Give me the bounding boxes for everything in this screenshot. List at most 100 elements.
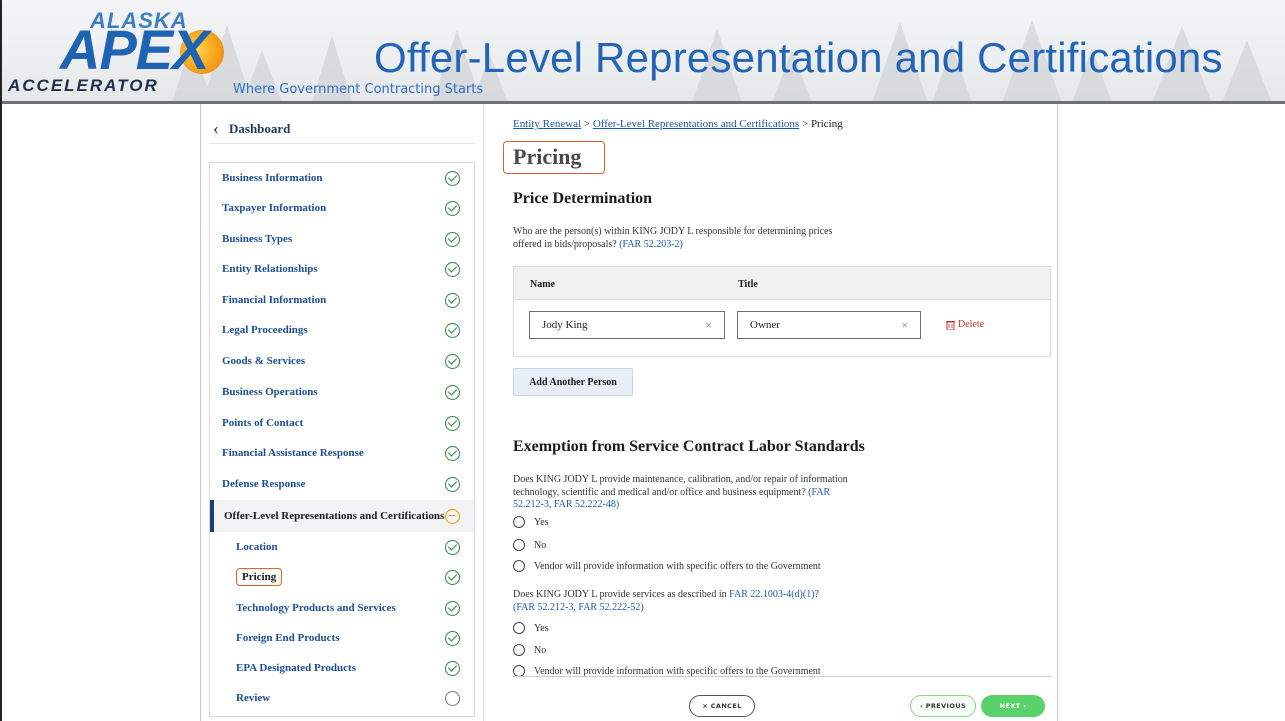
sidebar-item-label: Entity Relationships <box>222 263 318 275</box>
sidebar-item-business-information[interactable]: Business Information <box>210 163 474 193</box>
breadcrumb-offer-level[interactable]: Offer-Level Representations and Certific… <box>593 118 799 130</box>
sidebar-item-label: Offer-Level Representations and Certific… <box>224 510 445 522</box>
sidebar-item-financial-assistance-response[interactable]: Financial Assistance Response <box>210 438 474 468</box>
sidebar-item-label: Goods & Services <box>222 355 306 367</box>
sidebar-item-defense-response[interactable]: Defense Response <box>210 469 474 499</box>
sidebar-item-business-types[interactable]: Business Types <box>210 224 474 254</box>
check-circle-icon <box>445 445 460 461</box>
sidebar-item-points-of-contact[interactable]: Points of Contact <box>210 408 474 438</box>
check-circle-icon <box>445 384 460 400</box>
sidebar-item-taxpayer-information[interactable]: Taxpayer Information <box>210 193 474 223</box>
breadcrumb-separator: > <box>801 118 809 130</box>
check-circle-icon <box>445 322 460 338</box>
check-circle-icon <box>445 415 460 431</box>
q2-option-yes[interactable]: Yes <box>513 622 549 634</box>
sidebar-item-label: Pricing <box>236 568 283 586</box>
sidebar-item-label: Technology Products and Services <box>236 602 396 614</box>
sidebar-item-label: Financial Assistance Response <box>222 447 364 459</box>
q1-option-vendor[interactable]: Vendor will provide information with spe… <box>513 560 821 572</box>
exemption-question-1: Does KING JODY L provide maintenance, ca… <box>513 474 853 512</box>
q2-option-no[interactable]: No <box>513 644 546 656</box>
check-circle-icon <box>445 660 460 676</box>
sidebar-item-label: Taxpayer Information <box>222 202 327 214</box>
sidebar-item-financial-information[interactable]: Financial Information <box>210 285 474 315</box>
persons-table: Name Title Jody King × Owner × Delete <box>513 266 1051 357</box>
empty-circle-icon <box>445 690 460 706</box>
sidebar-item-label: Business Operations <box>222 386 318 398</box>
far-link[interactable]: (FAR 52.203-2) <box>619 239 683 250</box>
q2-text: Does KING JODY L provide services as des… <box>513 589 727 600</box>
check-circle-icon <box>445 476 460 492</box>
add-another-person-button[interactable]: Add Another Person <box>513 368 633 396</box>
sidebar-subitem-epa-designated-products[interactable]: EPA Designated Products <box>210 653 474 683</box>
sidebar-item-label: Review <box>236 692 271 704</box>
sidebar-subitem-location[interactable]: Location <box>210 532 474 562</box>
breadcrumb-entity-renewal[interactable]: Entity Renewal <box>513 118 581 130</box>
next-button[interactable]: NEXT › <box>981 695 1045 717</box>
breadcrumb: Entity Renewal > Offer-Level Representat… <box>513 118 843 130</box>
sidebar-item-business-operations[interactable]: Business Operations <box>210 377 474 407</box>
far-link[interactable]: (FAR 52.212-3, FAR 52.222-52) <box>513 602 644 613</box>
sidebar-subitem-technology-products[interactable]: Technology Products and Services <box>210 593 474 623</box>
sidebar-item-offer-level-reps-certs[interactable]: Offer-Level Representations and Certific… <box>210 500 474 532</box>
header-banner: ALASKA APEX ACCELERATOR Where Government… <box>2 0 1285 103</box>
footer-divider <box>513 676 1051 677</box>
check-circle-icon <box>445 200 460 216</box>
clear-icon[interactable]: × <box>901 318 908 333</box>
check-circle-icon <box>445 170 460 186</box>
breadcrumb-separator: > <box>583 118 591 130</box>
logo-accelerator: ACCELERATOR <box>8 76 159 95</box>
sidebar-item-label: Location <box>236 541 278 553</box>
tagline: Where Government Contracting Starts <box>233 82 484 97</box>
check-circle-icon <box>445 539 460 555</box>
q1-option-no[interactable]: No <box>513 539 546 551</box>
radio-label: Vendor will provide information with spe… <box>534 665 821 677</box>
radio-label: No <box>534 539 547 551</box>
radio-button[interactable] <box>513 516 525 528</box>
title-value: Owner <box>750 319 780 331</box>
radio-button[interactable] <box>513 644 525 656</box>
cancel-button[interactable]: × CANCEL <box>689 695 755 717</box>
sidebar-subitem-pricing[interactable]: Pricing <box>210 562 474 592</box>
dashboard-link[interactable]: ‹ Dashboard <box>209 114 475 144</box>
radio-label: Yes <box>534 622 549 634</box>
logo-apex: APEX <box>60 18 209 81</box>
sidebar-item-goods-services[interactable]: Goods & Services <box>210 346 474 376</box>
column-header-name: Name <box>530 279 555 290</box>
trash-icon <box>946 320 955 330</box>
price-determination-heading: Price Determination <box>513 190 653 207</box>
radio-label: Yes <box>534 516 549 528</box>
q1-option-yes[interactable]: Yes <box>513 516 549 528</box>
sidebar: ‹ Dashboard Business Information Taxpaye… <box>201 104 484 721</box>
slide-title: Offer-Level Representation and Certifica… <box>374 34 1223 81</box>
chevron-left-icon: ‹ <box>213 118 219 138</box>
q1-text: Does KING JODY L provide maintenance, ca… <box>513 474 848 498</box>
sidebar-item-legal-proceedings[interactable]: Legal Proceedings <box>210 315 474 345</box>
sam-screenshot: ‹ Dashboard Business Information Taxpaye… <box>200 104 1058 721</box>
radio-button[interactable] <box>513 560 525 572</box>
delete-button[interactable]: Delete <box>946 319 984 330</box>
sidebar-nav: Business Information Taxpayer Informatio… <box>209 162 475 717</box>
price-question: Who are the person(s) within KING JODY L… <box>513 226 853 251</box>
clear-icon[interactable]: × <box>705 318 712 333</box>
radio-button[interactable] <box>513 539 525 551</box>
page-title: Pricing <box>503 141 605 174</box>
sidebar-item-label: EPA Designated Products <box>236 662 356 674</box>
slide: ALASKA APEX ACCELERATOR Where Government… <box>0 0 1285 721</box>
sidebar-subitem-foreign-end-products[interactable]: Foreign End Products <box>210 623 474 653</box>
sidebar-item-label: Points of Contact <box>222 417 304 429</box>
radio-label: Vendor will provide information with spe… <box>534 560 821 572</box>
previous-button[interactable]: ‹ PREVIOUS <box>910 695 976 717</box>
check-circle-icon <box>445 292 460 308</box>
sidebar-item-label: Business Types <box>222 233 293 245</box>
sidebar-item-label: Legal Proceedings <box>222 324 308 336</box>
name-field[interactable]: Jody King × <box>529 311 725 339</box>
radio-button[interactable] <box>513 622 525 634</box>
title-field[interactable]: Owner × <box>737 311 921 339</box>
sidebar-subitem-review[interactable]: Review <box>210 683 474 713</box>
main-content: Entity Renewal > Offer-Level Representat… <box>485 104 1057 721</box>
far-link[interactable]: FAR 22.1003-4(d)(1) <box>729 589 814 600</box>
check-circle-icon <box>445 569 460 585</box>
exemption-question-2: Does KING JODY L provide services as des… <box>513 589 853 614</box>
sidebar-item-entity-relationships[interactable]: Entity Relationships <box>210 254 474 284</box>
